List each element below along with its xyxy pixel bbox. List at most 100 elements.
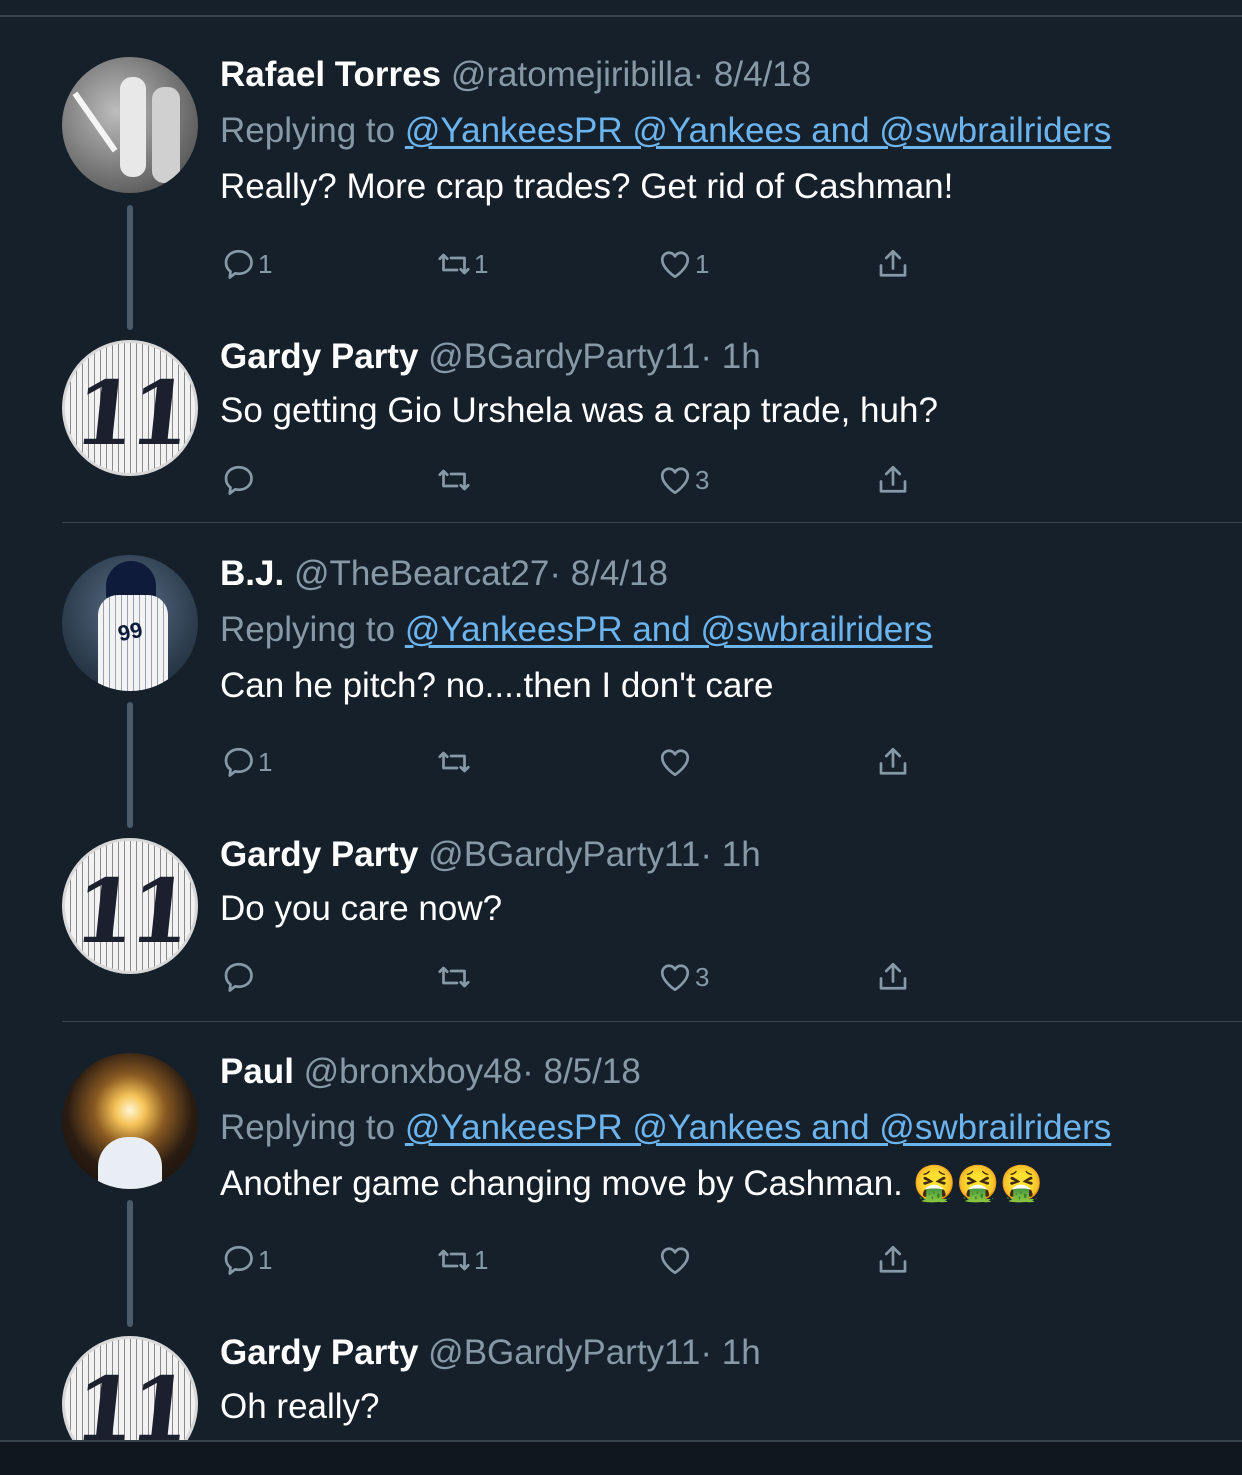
handle[interactable]: @ratomejiribilla (451, 55, 693, 94)
thread-line (127, 1200, 133, 1327)
replying-to-link[interactable]: @YankeesPR and @swbrailriders (405, 610, 933, 649)
tweet-text: Can he pitch? no....then I don't care (220, 666, 774, 705)
timestamp[interactable]: · 8/4/18 (693, 55, 812, 94)
like-button[interactable]: 3 (657, 957, 709, 997)
jersey-number: 99 (115, 616, 145, 647)
share-icon (879, 747, 907, 775)
replying-to-label: Replying to (220, 1108, 396, 1147)
thread-line (127, 205, 133, 330)
reply-button[interactable]: 1 (220, 1240, 272, 1280)
replying-to-link[interactable]: @YankeesPR @Yankees and @swbrailriders (405, 1108, 1111, 1147)
reply-count: 1 (258, 746, 273, 777)
share-button[interactable] (875, 742, 911, 782)
handle[interactable]: @bronxboy48 (304, 1052, 522, 1091)
retweet-icon (438, 253, 470, 275)
display-name[interactable]: Paul (220, 1052, 294, 1091)
avatar[interactable]: 11 (62, 838, 198, 974)
share-icon (879, 962, 907, 990)
like-button[interactable]: 1 (657, 244, 709, 284)
replying-to-label: Replying to (220, 610, 396, 649)
timestamp[interactable]: · 1h (700, 835, 760, 874)
replying-to: Replying to @YankeesPR @Yankees and @swb… (220, 1106, 1202, 1150)
tweet-header: Gardy Party @BGardyParty11· 1h (220, 833, 1202, 877)
handle[interactable]: @BGardyParty11 (428, 835, 700, 874)
replying-to: Replying to @YankeesPR and @swbrailrider… (220, 608, 1202, 652)
tweet-text: Another game changing move by Cashman. 🤮… (220, 1164, 1044, 1203)
retweet-button[interactable] (436, 460, 474, 500)
display-name[interactable]: Rafael Torres (220, 55, 441, 94)
handle[interactable]: @BGardyParty11 (428, 337, 700, 376)
share-icon (879, 1245, 907, 1273)
reply-icon (224, 962, 253, 992)
retweet-icon (438, 1249, 470, 1271)
replying-to-label: Replying to (220, 111, 396, 150)
retweet-icon (438, 469, 470, 491)
reply-count: 1 (258, 1244, 273, 1275)
replying-to: Replying to @YankeesPR @Yankees and @swb… (220, 109, 1202, 153)
avatar[interactable]: 11 (62, 340, 198, 476)
timestamp[interactable]: · 1h (700, 337, 760, 376)
tweet-divider (62, 1021, 1242, 1022)
jersey-number: 11 (69, 859, 191, 963)
tweet-header: Gardy Party @BGardyParty11· 1h (220, 1331, 1202, 1375)
heart-icon (660, 749, 690, 777)
avatar[interactable] (62, 57, 198, 193)
heart-icon (660, 467, 690, 495)
display-name[interactable]: Gardy Party (220, 1333, 418, 1372)
thread-line (127, 702, 133, 828)
reply-button[interactable] (220, 957, 258, 997)
tweet-header: Paul @bronxboy48· 8/5/18 (220, 1050, 1202, 1094)
share-button[interactable] (875, 1240, 911, 1280)
timestamp[interactable]: · 1h (700, 1333, 760, 1372)
avatar[interactable]: 99 (62, 555, 198, 691)
share-button[interactable] (875, 460, 911, 500)
retweet-button[interactable] (436, 957, 474, 997)
tweet-text: Do you care now? (220, 889, 503, 928)
reply-icon (224, 1245, 253, 1275)
like-count: 3 (695, 464, 710, 495)
reply-icon (224, 249, 253, 279)
reply-button[interactable] (220, 460, 258, 500)
avatar[interactable] (62, 1053, 198, 1189)
tweet-text: Oh really? (220, 1387, 380, 1426)
retweet-button[interactable]: 1 (436, 1240, 488, 1280)
reply-icon (224, 465, 253, 495)
reply-button[interactable]: 1 (220, 742, 272, 782)
display-name[interactable]: B.J. (220, 554, 284, 593)
retweet-button[interactable] (436, 742, 474, 782)
jersey-number: 11 (69, 361, 191, 465)
like-button[interactable]: 3 (657, 460, 709, 500)
tweet-divider (62, 522, 1242, 523)
reply-button[interactable]: 1 (220, 244, 272, 284)
retweet-count: 1 (474, 248, 489, 279)
top-divider (0, 15, 1242, 17)
share-icon (879, 465, 907, 493)
reply-count: 1 (258, 248, 273, 279)
retweet-icon (438, 966, 470, 988)
like-button[interactable] (657, 1240, 695, 1280)
tweet-text: Really? More crap trades? Get rid of Cas… (220, 167, 954, 206)
replying-to-link[interactable]: @YankeesPR @Yankees and @swbrailriders (405, 111, 1111, 150)
like-count: 1 (695, 248, 710, 279)
heart-icon (660, 251, 690, 279)
retweet-count: 1 (474, 1244, 489, 1275)
share-button[interactable] (875, 244, 911, 284)
timestamp[interactable]: · 8/5/18 (522, 1052, 641, 1091)
tweet-header: Rafael Torres @ratomejiribilla· 8/4/18 (220, 53, 1202, 97)
display-name[interactable]: Gardy Party (220, 337, 418, 376)
reply-icon (224, 747, 253, 777)
handle[interactable]: @TheBearcat27 (294, 554, 549, 593)
tweet-text: So getting Gio Urshela was a crap trade,… (220, 391, 938, 430)
heart-icon (660, 964, 690, 992)
share-button[interactable] (875, 957, 911, 997)
like-button[interactable] (657, 742, 695, 782)
like-count: 3 (695, 961, 710, 992)
bottom-bar (0, 1440, 1242, 1475)
timestamp[interactable]: · 8/4/18 (549, 554, 668, 593)
display-name[interactable]: Gardy Party (220, 835, 418, 874)
share-icon (879, 249, 907, 277)
retweet-icon (438, 751, 470, 773)
tweet-header: Gardy Party @BGardyParty11· 1h (220, 335, 1202, 379)
retweet-button[interactable]: 1 (436, 244, 488, 284)
handle[interactable]: @BGardyParty11 (428, 1333, 700, 1372)
